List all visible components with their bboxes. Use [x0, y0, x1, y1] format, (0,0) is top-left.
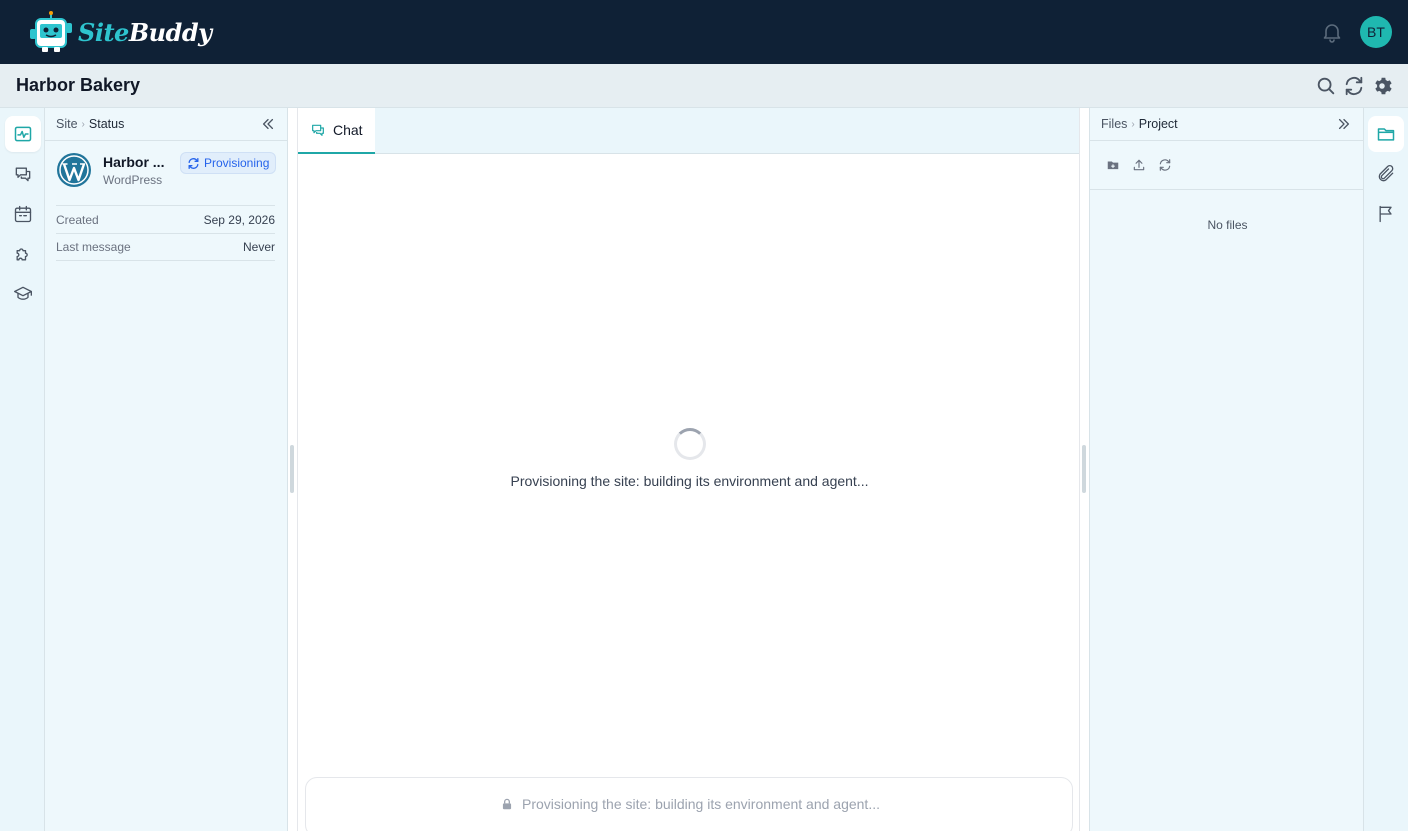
- status-panel: Site › Status Harbor ... WordPress Provi…: [45, 108, 288, 831]
- wordpress-icon: [57, 153, 91, 187]
- right-resize-handle[interactable]: [1082, 445, 1086, 493]
- left-resize-handle[interactable]: [290, 445, 294, 493]
- sync-icon[interactable]: [1343, 75, 1365, 97]
- site-type: WordPress: [103, 173, 163, 187]
- loading-spinner: [674, 428, 706, 460]
- new-folder-icon[interactable]: [1106, 158, 1120, 172]
- nav-learn[interactable]: [5, 276, 41, 312]
- avatar-initials: BT: [1367, 24, 1385, 40]
- status-badge: Provisioning: [180, 152, 277, 174]
- chat-panel: Chat Provisioning the site: building its…: [297, 108, 1080, 831]
- breadcrumb-current: Status: [88, 117, 125, 131]
- meta-row-last-message: Last message Never: [56, 233, 275, 261]
- nav-attachments[interactable]: [1368, 156, 1404, 192]
- nav-chat[interactable]: [5, 156, 41, 192]
- chat-icon: [15, 167, 31, 182]
- breadcrumb-separator: ›: [81, 118, 85, 130]
- status-badge-label: Provisioning: [204, 156, 270, 170]
- nav-calendar[interactable]: [5, 196, 41, 232]
- gear-icon[interactable]: [1371, 75, 1393, 97]
- puzzle-icon: [16, 248, 28, 261]
- user-avatar[interactable]: BT: [1360, 16, 1392, 48]
- meta-label: Last message: [56, 240, 131, 254]
- search-icon[interactable]: [1315, 75, 1337, 97]
- upload-icon[interactable]: [1132, 158, 1146, 172]
- no-files-message: No files: [1207, 218, 1248, 232]
- right-nav-rail: [1364, 108, 1408, 831]
- chat-icon: [312, 124, 324, 136]
- files-toolbar: [1090, 141, 1363, 190]
- meta-value: Never: [242, 240, 275, 254]
- breadcrumb-current: Project: [1138, 117, 1178, 131]
- chat-input-placeholder-row: Provisioning the site: building its envi…: [306, 796, 1074, 812]
- chat-input[interactable]: Provisioning the site: building its envi…: [305, 777, 1073, 831]
- refresh-icon[interactable]: [1158, 158, 1172, 172]
- page-title: Harbor Bakery: [16, 75, 141, 95]
- folder-icon: [1377, 128, 1395, 141]
- site-name: Harbor ...: [103, 154, 165, 170]
- tab-chat[interactable]: Chat: [298, 108, 375, 154]
- breadcrumb-separator: ›: [1131, 118, 1135, 130]
- status-breadcrumb: Site › Status: [45, 108, 287, 141]
- logo-text: SiteBuddy: [78, 18, 212, 47]
- tab-chat-label: Chat: [333, 122, 363, 138]
- collapse-panel-icon[interactable]: [261, 117, 275, 131]
- nav-files[interactable]: [1368, 116, 1404, 152]
- site-card: Harbor ... WordPress Provisioning: [56, 152, 278, 202]
- left-nav-rail: [0, 108, 45, 831]
- lock-icon: [502, 798, 512, 810]
- nav-flags[interactable]: [1368, 196, 1404, 232]
- paperclip-icon: [1378, 164, 1394, 182]
- page-header: Harbor Bakery: [0, 64, 1408, 108]
- files-breadcrumb: Files › Project: [1090, 108, 1363, 141]
- meta-label: Created: [56, 212, 99, 227]
- graduation-cap-icon: [14, 286, 32, 300]
- robot-mascot-icon: [30, 11, 72, 52]
- site-buddy-logo[interactable]: SiteBuddy: [28, 8, 212, 56]
- breadcrumb-root[interactable]: Files: [1101, 117, 1127, 131]
- loading-message: Provisioning the site: building its envi…: [510, 473, 869, 489]
- bell-icon[interactable]: [1320, 20, 1344, 44]
- files-panel: Files › Project No files: [1089, 108, 1364, 831]
- nav-plugins[interactable]: [5, 236, 41, 272]
- activity-icon: [14, 126, 32, 142]
- meta-row-created: Created Sep 29, 2026: [56, 205, 275, 233]
- meta-value: Sep 29, 2026: [203, 212, 275, 227]
- logo-text-site: Site: [78, 17, 129, 47]
- breadcrumb-root[interactable]: Site: [56, 117, 78, 131]
- expand-panel-icon[interactable]: [1337, 117, 1351, 131]
- flag-icon: [1379, 205, 1392, 223]
- nav-status[interactable]: [5, 116, 41, 152]
- refresh-icon: [188, 157, 199, 169]
- calendar-icon: [14, 205, 32, 223]
- logo-text-buddy: Buddy: [128, 17, 212, 47]
- top-bar: SiteBuddy BT: [0, 0, 1408, 64]
- chat-tab-bar: Chat: [298, 108, 1079, 154]
- chat-input-placeholder: Provisioning the site: building its envi…: [522, 796, 880, 812]
